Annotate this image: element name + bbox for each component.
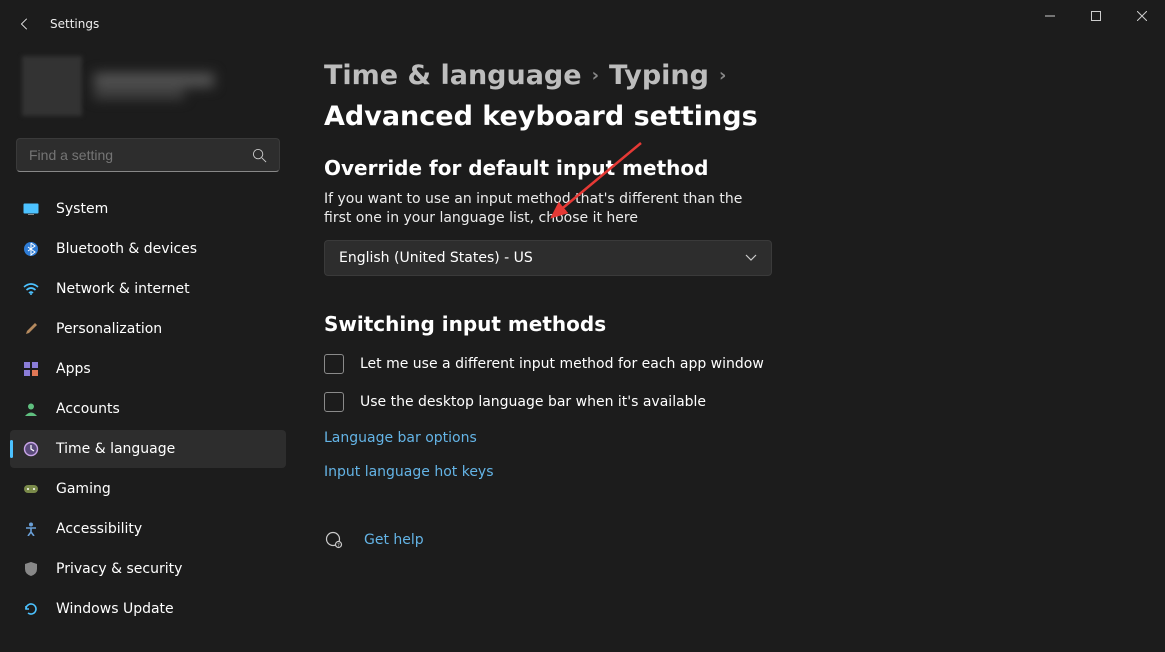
wifi-icon bbox=[22, 280, 40, 298]
apps-icon bbox=[22, 360, 40, 378]
override-description: If you want to use an input method that'… bbox=[324, 190, 764, 228]
section-title-override: Override for default input method bbox=[324, 156, 1125, 180]
checkbox-per-app[interactable] bbox=[324, 354, 344, 374]
clock-icon bbox=[22, 440, 40, 458]
profile-block[interactable] bbox=[10, 48, 286, 138]
link-language-bar-options[interactable]: Language bar options bbox=[324, 430, 1125, 446]
section-title-switching: Switching input methods bbox=[324, 312, 1125, 336]
sidebar-item-label: Network & internet bbox=[56, 281, 190, 297]
update-icon bbox=[22, 600, 40, 618]
search-icon bbox=[252, 148, 267, 163]
get-help-link[interactable]: Get help bbox=[364, 532, 424, 548]
input-method-dropdown[interactable]: English (United States) - US bbox=[324, 240, 772, 276]
sidebar: System Bluetooth & devices Network & int… bbox=[0, 48, 296, 652]
checkbox-lang-bar[interactable] bbox=[324, 392, 344, 412]
sidebar-item-label: Privacy & security bbox=[56, 561, 182, 577]
breadcrumb-level1[interactable]: Time & language bbox=[324, 60, 582, 91]
sidebar-item-time-language[interactable]: Time & language bbox=[10, 430, 286, 468]
sidebar-item-personalization[interactable]: Personalization bbox=[10, 310, 286, 348]
sidebar-item-system[interactable]: System bbox=[10, 190, 286, 228]
bluetooth-icon bbox=[22, 240, 40, 258]
sidebar-item-label: Accessibility bbox=[56, 521, 142, 537]
display-icon bbox=[22, 200, 40, 218]
sidebar-item-label: Windows Update bbox=[56, 601, 174, 617]
search-box[interactable] bbox=[16, 138, 280, 172]
content-area: Time & language › Typing › Advanced keyb… bbox=[296, 48, 1165, 652]
search-input[interactable] bbox=[29, 147, 252, 163]
sidebar-item-accounts[interactable]: Accounts bbox=[10, 390, 286, 428]
gamepad-icon bbox=[22, 480, 40, 498]
person-icon bbox=[22, 400, 40, 418]
breadcrumb-current: Advanced keyboard settings bbox=[324, 101, 758, 132]
close-button[interactable] bbox=[1119, 0, 1165, 32]
sidebar-item-label: Time & language bbox=[56, 441, 175, 457]
help-row: ? Get help bbox=[324, 530, 1125, 550]
nav: System Bluetooth & devices Network & int… bbox=[10, 190, 286, 628]
sidebar-item-accessibility[interactable]: Accessibility bbox=[10, 510, 286, 548]
sidebar-item-gaming[interactable]: Gaming bbox=[10, 470, 286, 508]
shield-icon bbox=[22, 560, 40, 578]
maximize-button[interactable] bbox=[1073, 0, 1119, 32]
back-button[interactable] bbox=[10, 9, 40, 39]
svg-text:?: ? bbox=[337, 543, 340, 549]
avatar bbox=[22, 56, 82, 116]
checkbox-label-per-app: Let me use a different input method for … bbox=[360, 356, 764, 372]
sidebar-item-label: Gaming bbox=[56, 481, 111, 497]
sidebar-item-privacy[interactable]: Privacy & security bbox=[10, 550, 286, 588]
checkbox-row-lang-bar: Use the desktop language bar when it's a… bbox=[324, 392, 1125, 412]
chevron-down-icon bbox=[745, 254, 757, 262]
sidebar-item-windows-update[interactable]: Windows Update bbox=[10, 590, 286, 628]
sidebar-item-label: Apps bbox=[56, 361, 91, 377]
profile-text bbox=[94, 73, 214, 99]
sidebar-item-network[interactable]: Network & internet bbox=[10, 270, 286, 308]
titlebar: Settings bbox=[0, 0, 1165, 48]
sidebar-item-label: Bluetooth & devices bbox=[56, 241, 197, 257]
sidebar-item-label: Accounts bbox=[56, 401, 120, 417]
link-input-hotkeys[interactable]: Input language hot keys bbox=[324, 464, 1125, 480]
accessibility-icon bbox=[22, 520, 40, 538]
breadcrumb-level2[interactable]: Typing bbox=[609, 60, 709, 91]
help-icon: ? bbox=[324, 530, 344, 550]
sidebar-item-apps[interactable]: Apps bbox=[10, 350, 286, 388]
sidebar-item-bluetooth[interactable]: Bluetooth & devices bbox=[10, 230, 286, 268]
checkbox-label-lang-bar: Use the desktop language bar when it's a… bbox=[360, 394, 706, 410]
minimize-button[interactable] bbox=[1027, 0, 1073, 32]
sidebar-item-label: System bbox=[56, 201, 108, 217]
dropdown-selected-value: English (United States) - US bbox=[339, 250, 533, 266]
app-title: Settings bbox=[50, 17, 99, 31]
brush-icon bbox=[22, 320, 40, 338]
breadcrumb: Time & language › Typing › Advanced keyb… bbox=[324, 60, 1125, 132]
checkbox-row-per-app: Let me use a different input method for … bbox=[324, 354, 1125, 374]
sidebar-item-label: Personalization bbox=[56, 321, 162, 337]
chevron-right-icon: › bbox=[592, 65, 599, 86]
chevron-right-icon: › bbox=[719, 65, 726, 86]
